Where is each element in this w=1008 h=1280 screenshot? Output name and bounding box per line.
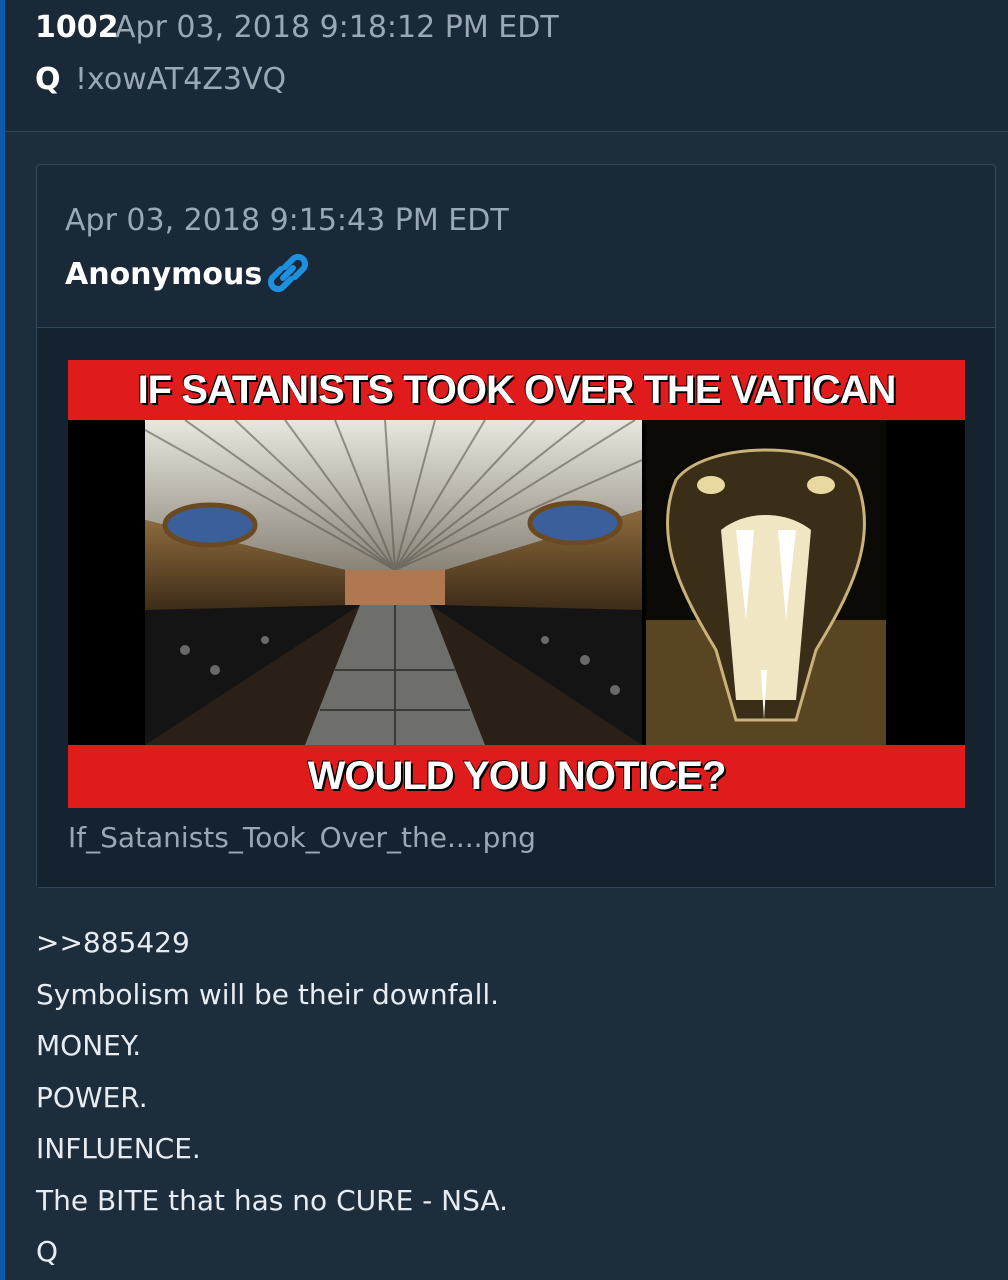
- post-tripcode: !xowAT4Z3VQ: [75, 62, 287, 97]
- snake-photo: [646, 420, 886, 745]
- quoted-post: Apr 03, 2018 9:15:43 PM EDT Anonymous IF…: [36, 164, 996, 888]
- image-filename-link[interactable]: If_Satanists_Took_Over_the....png: [68, 821, 536, 854]
- message-line: POWER.: [36, 1081, 148, 1114]
- reply-reference-link[interactable]: >>885429: [36, 926, 190, 959]
- quoted-post-date: Apr 03, 2018 9:15:43 PM EDT: [65, 203, 509, 238]
- message-line: The BITE that has no CURE - NSA.: [36, 1184, 508, 1217]
- link-icon[interactable]: [263, 249, 313, 297]
- meme-top-caption: IF SATANISTS TOOK OVER THE VATICAN: [68, 360, 965, 420]
- accent-edge: [0, 0, 5, 1280]
- message-line: Symbolism will be their downfall.: [36, 978, 500, 1011]
- meme-bottom-caption: WOULD YOU NOTICE?: [68, 745, 965, 808]
- post-date: Apr 03, 2018 9:18:12 PM EDT: [115, 10, 559, 45]
- post-header: 1002 Apr 03, 2018 9:18:12 PM EDT Q !xowA…: [5, 0, 1008, 132]
- hall-photo: [145, 420, 642, 745]
- message-line: MONEY.: [36, 1029, 142, 1062]
- post-author: Q: [35, 62, 61, 97]
- meme-image[interactable]: IF SATANISTS TOOK OVER THE VATICAN WOULD…: [68, 360, 965, 808]
- quoted-post-author: Anonymous: [65, 257, 263, 292]
- post-number[interactable]: 1002: [35, 10, 119, 45]
- message-line: INFLUENCE.: [36, 1132, 201, 1165]
- message-signature: Q: [36, 1235, 59, 1268]
- quoted-post-header: Apr 03, 2018 9:15:43 PM EDT Anonymous: [37, 165, 995, 328]
